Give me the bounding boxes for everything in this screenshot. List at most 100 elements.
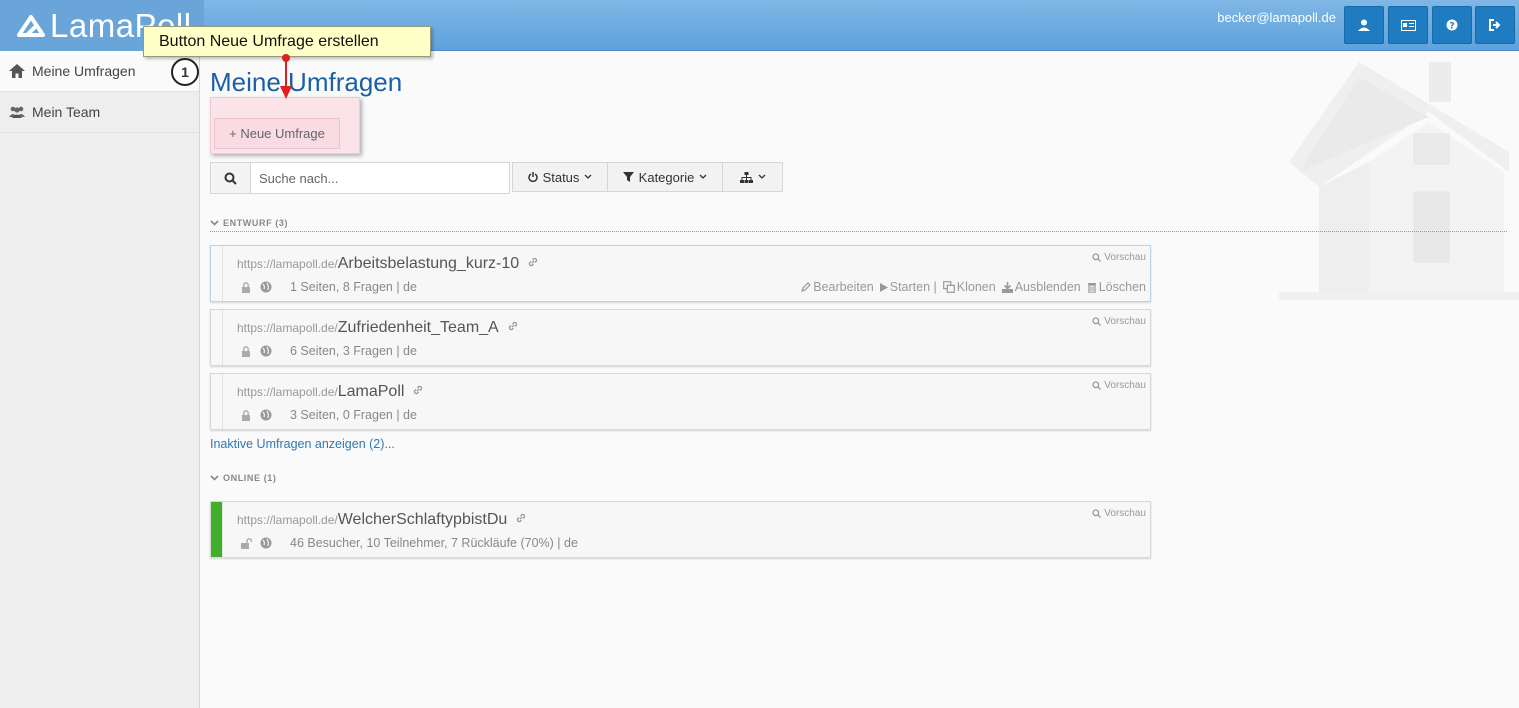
chevron-down-icon [584, 174, 592, 179]
lock-icon [242, 345, 250, 357]
preview-label: Vorschau [1104, 252, 1146, 263]
start-button[interactable]: Starten | [879, 280, 937, 294]
url-prefix: https://lamapoll.de/ [237, 513, 338, 527]
id-card-icon [1400, 19, 1416, 31]
unlock-icon [241, 537, 253, 549]
sidebar-item-label: Meine Umfragen [32, 63, 136, 79]
edit-button[interactable]: Bearbeiten [801, 280, 874, 294]
survey-details: 6 Seiten, 3 Fragen | de [290, 344, 417, 358]
account-button[interactable] [1388, 6, 1428, 44]
new-survey-button[interactable]: + Neue Umfrage [214, 118, 340, 149]
chevron-down-icon [758, 174, 765, 179]
team-icon [9, 106, 25, 118]
draft-section-label: ENTWURF (3) [223, 218, 289, 228]
user-email[interactable]: becker@lamapoll.de [1217, 10, 1336, 25]
preview-label: Vorschau [1104, 316, 1146, 327]
url-prefix: https://lamapoll.de/ [237, 257, 338, 271]
sitemap-icon [739, 171, 753, 183]
status-filter-dropdown[interactable]: Status [512, 162, 608, 192]
status-bar [211, 374, 223, 429]
sidebar-item-meine-umfragen[interactable]: Meine Umfragen [0, 51, 199, 92]
preview-link[interactable]: Vorschau [1092, 252, 1146, 263]
link-icon[interactable] [515, 512, 527, 524]
delete-label: Löschen [1098, 280, 1146, 294]
preview-label: Vorschau [1104, 508, 1146, 519]
annotation-arrow [280, 54, 292, 99]
search-input[interactable] [251, 163, 509, 193]
sidebar-item-mein-team[interactable]: Mein Team [0, 92, 199, 133]
survey-name: Arbeitsbelastung_kurz-10 [337, 255, 520, 272]
hide-button[interactable]: Ausblenden [1001, 280, 1081, 294]
globe-icon [260, 345, 272, 357]
survey-details: 3 Seiten, 0 Fragen | de [290, 408, 417, 422]
chevron-down-icon [699, 174, 707, 179]
trash-icon [1087, 282, 1096, 293]
draft-section-header[interactable]: ENTWURF (3) [210, 218, 288, 228]
survey-url[interactable]: https://lamapoll.de/ Zufriedenheit_Team_… [237, 319, 519, 337]
chevron-down-icon [210, 220, 219, 226]
download-icon [1001, 281, 1013, 293]
survey-meta: 3 Seiten, 0 Fragen | de [241, 408, 417, 422]
survey-card[interactable]: https://lamapoll.de/ WelcherSchlaftypbis… [210, 501, 1151, 558]
step-number-badge: 1 [171, 58, 199, 86]
survey-url[interactable]: https://lamapoll.de/ WelcherSchlaftypbis… [237, 511, 527, 529]
search-icon [1092, 253, 1102, 262]
logout-button[interactable] [1475, 6, 1515, 44]
help-icon: ? [1446, 19, 1458, 31]
survey-url[interactable]: https://lamapoll.de/ Arbeitsbelastung_ku… [237, 255, 539, 273]
show-inactive-surveys-link[interactable]: Inaktive Umfragen anzeigen (2)... [210, 437, 395, 451]
sort-structure-dropdown[interactable] [722, 162, 783, 192]
online-section-label: ONLINE (1) [223, 473, 277, 483]
survey-url[interactable]: https://lamapoll.de/ LamaPoll [237, 383, 424, 401]
preview-link[interactable]: Vorschau [1092, 316, 1146, 327]
start-label: Starten | [889, 280, 937, 294]
survey-details: 1 Seiten, 8 Fragen | de [290, 280, 417, 294]
filter-icon [622, 172, 634, 182]
survey-name: LamaPoll [337, 383, 405, 400]
preview-label: Vorschau [1104, 380, 1146, 391]
link-icon[interactable] [527, 256, 539, 268]
url-prefix: https://lamapoll.de/ [237, 385, 338, 399]
profile-button[interactable] [1344, 6, 1384, 44]
status-bar [211, 246, 223, 301]
link-icon[interactable] [507, 320, 519, 332]
delete-button[interactable]: Löschen [1087, 280, 1146, 294]
online-section-header[interactable]: ONLINE (1) [210, 473, 277, 483]
survey-card[interactable]: https://lamapoll.de/ LamaPoll Vorschau 3… [210, 373, 1151, 430]
help-button[interactable]: ? [1432, 6, 1472, 44]
filter-group: Status Kategorie [512, 162, 783, 192]
search-icon [1092, 381, 1102, 390]
search-icon [1092, 509, 1102, 518]
clone-button[interactable]: Klonen [942, 280, 996, 294]
status-filter-label: Status [542, 169, 580, 185]
search-box [210, 162, 510, 194]
link-icon[interactable] [412, 384, 424, 396]
search-button[interactable] [211, 163, 251, 193]
survey-meta: 46 Besucher, 10 Teilnehmer, 7 Rückläufe … [241, 536, 578, 550]
search-icon [224, 172, 237, 185]
survey-name: WelcherSchlaftypbistDu [337, 511, 508, 528]
lamapoll-logo-icon [17, 14, 45, 37]
preview-link[interactable]: Vorschau [1092, 380, 1146, 391]
status-bar [211, 310, 223, 365]
survey-card[interactable]: https://lamapoll.de/ Arbeitsbelastung_ku… [210, 245, 1151, 302]
category-filter-dropdown[interactable]: Kategorie [607, 162, 723, 192]
sidebar: Meine Umfragen Mein Team [0, 51, 200, 708]
globe-icon [260, 537, 272, 549]
user-icon [1358, 19, 1370, 31]
category-filter-label: Kategorie [638, 169, 695, 185]
lock-icon [242, 281, 250, 293]
globe-icon [260, 409, 272, 421]
chevron-down-icon [210, 475, 219, 481]
svg-text:?: ? [1449, 22, 1454, 32]
survey-name: Zufriedenheit_Team_A [337, 319, 499, 336]
hide-label: Ausblenden [1014, 280, 1081, 294]
section-divider [210, 231, 1507, 232]
sidebar-item-label: Mein Team [32, 104, 101, 120]
search-icon [1092, 317, 1102, 326]
preview-link[interactable]: Vorschau [1092, 508, 1146, 519]
survey-card[interactable]: https://lamapoll.de/ Zufriedenheit_Team_… [210, 309, 1151, 366]
survey-actions: Bearbeiten Starten | Klonen Ausblenden L… [801, 280, 1146, 294]
pencil-icon [801, 282, 812, 292]
page-title: Meine Umfragen [210, 67, 403, 97]
